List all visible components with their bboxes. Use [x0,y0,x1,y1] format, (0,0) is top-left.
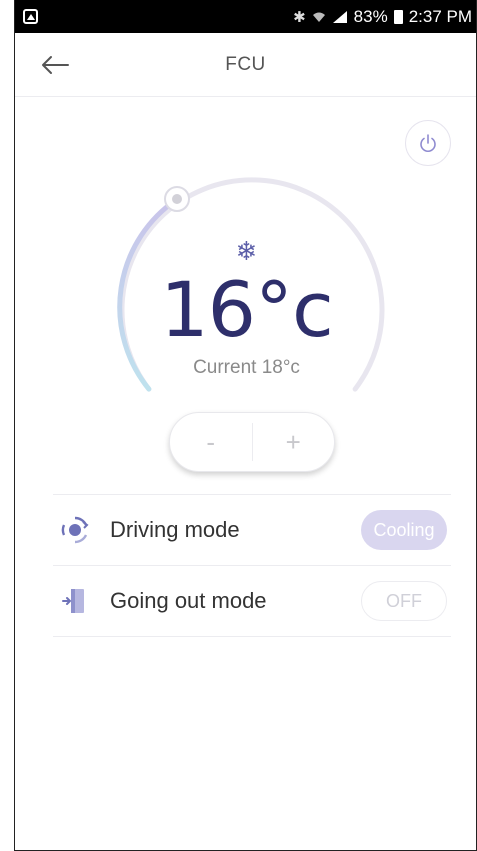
page-title: FCU [225,53,266,75]
temperature-stepper: - + [169,412,335,472]
rotate-mode-icon [58,513,92,547]
going-out-mode-label: Going out mode [110,588,267,613]
snowflake-icon: ❄ [235,236,258,266]
driving-mode-label: Driving mode [110,517,240,542]
status-bar: ✱ 83% 2:37 PM [15,0,476,33]
current-temperature: Current 18°c [193,357,300,378]
driving-mode-value-button[interactable]: Cooling [361,510,447,550]
battery-percent: 83% [353,6,388,26]
decrease-temperature-button[interactable]: - [170,413,252,471]
wifi-icon [312,10,326,24]
exit-door-icon [58,584,92,618]
driving-mode-row[interactable]: Driving mode Cooling [53,495,451,566]
notification-app-icon [23,9,38,24]
status-time: 2:37 PM [408,6,472,26]
set-temperature: 16°c [160,265,334,354]
going-out-mode-row[interactable]: Going out mode OFF [53,566,451,637]
dial-knob[interactable] [164,186,190,212]
going-out-mode-toggle[interactable]: OFF [361,581,447,621]
bluetooth-icon: ✱ [293,8,306,26]
app-header: FCU [15,33,476,97]
mode-list: Driving mode Cooling Going out mode OFF [53,494,451,637]
arrow-left-icon [42,56,69,74]
back-button[interactable] [39,51,71,79]
battery-icon [393,9,403,24]
increase-temperature-button[interactable]: + [253,413,335,471]
signal-icon [332,10,348,24]
app-frame: ✱ 83% 2:37 PM FCU ❄ 16°c Current 18°c - … [14,0,477,851]
